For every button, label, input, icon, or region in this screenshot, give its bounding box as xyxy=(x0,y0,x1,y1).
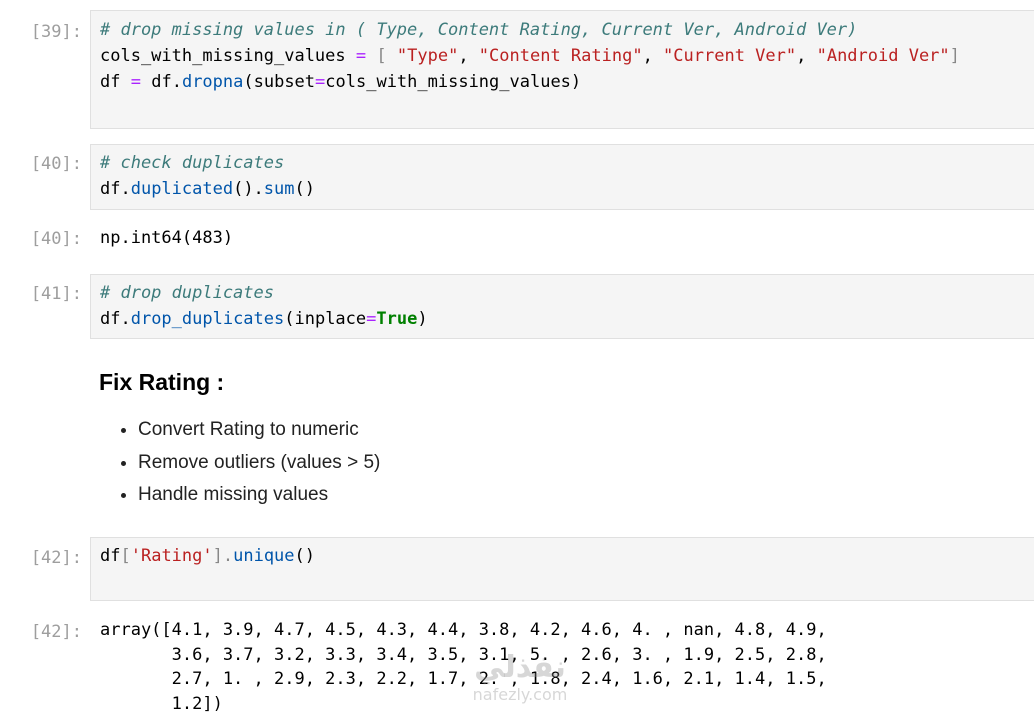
code-string: 'Rating' xyxy=(130,546,213,566)
code-bracket: ] xyxy=(949,46,960,66)
code-args: (subset xyxy=(243,72,316,92)
code-args: cols_with_missing_values) xyxy=(325,72,582,92)
code-variable: df xyxy=(100,72,121,92)
code-comment: # drop missing values in ( Type, Content… xyxy=(100,20,858,40)
code-bracket: [ xyxy=(120,546,131,566)
code-operator: = xyxy=(355,46,367,66)
code-comment: # check duplicates xyxy=(100,153,285,173)
code-object: df xyxy=(100,546,121,566)
code-punct: () xyxy=(294,546,316,566)
code-function: sum xyxy=(263,179,295,199)
heading-bold-text: Fix Rating xyxy=(99,369,211,395)
code-punct: () xyxy=(294,179,315,199)
list-item: Handle missing values xyxy=(138,481,380,514)
output-42-prompt: [42]: xyxy=(30,622,82,642)
markdown-bullet-list: Convert Rating to numeric Remove outlier… xyxy=(112,416,380,514)
code-string: "Android Ver" xyxy=(816,46,950,66)
code-function: drop_duplicates xyxy=(130,309,285,329)
code-punct: (). xyxy=(233,179,264,199)
list-item: Convert Rating to numeric xyxy=(138,416,380,449)
code-object: df. xyxy=(100,179,131,199)
cell-40-code: # check duplicates df.duplicated().sum() xyxy=(100,150,315,202)
code-operator: = xyxy=(315,72,326,92)
code-string: "Type" xyxy=(396,46,459,66)
code-string: "Current Ver" xyxy=(663,46,797,66)
cell-42-prompt: [42]: xyxy=(30,548,82,568)
code-comment: # drop duplicates xyxy=(100,283,274,303)
code-operator: = xyxy=(130,72,141,92)
code-args: (inplace xyxy=(284,309,367,329)
watermark-arabic: نفذلي xyxy=(474,650,566,685)
cell-41-code: # drop duplicates df.drop_duplicates(inp… xyxy=(100,280,428,332)
code-punct: ) xyxy=(417,309,428,329)
code-keyword: True xyxy=(376,309,418,329)
code-operator: = xyxy=(366,309,377,329)
output-40-text: np.int64(483) xyxy=(100,228,234,248)
cell-39-code: # drop missing values in ( Type, Content… xyxy=(100,20,960,92)
code-object: df. xyxy=(100,309,131,329)
list-item: Remove outliers (values > 5) xyxy=(138,449,380,482)
code-object: df. xyxy=(151,72,182,92)
watermark-logo: نفذلي nafezly.com xyxy=(440,650,600,704)
code-string: "Content Rating" xyxy=(478,46,643,66)
code-variable: cols_with_missing_values xyxy=(100,46,346,66)
markdown-heading: Fix Rating : xyxy=(99,369,224,396)
cell-39-prompt: [39]: xyxy=(30,22,82,42)
code-function: duplicated xyxy=(130,179,234,199)
watermark-latin: nafezly.com xyxy=(472,685,568,704)
cell-41-prompt: [41]: xyxy=(30,284,82,304)
code-bracket: ]. xyxy=(212,546,234,566)
output-40-prompt: [40]: xyxy=(30,229,82,249)
code-function: unique xyxy=(233,546,295,566)
cell-42-code: df['Rating'].unique() xyxy=(100,543,315,569)
heading-suffix: : xyxy=(210,369,225,395)
code-bracket: [ xyxy=(376,46,387,66)
code-function: dropna xyxy=(181,72,244,92)
cell-40-prompt: [40]: xyxy=(30,154,82,174)
